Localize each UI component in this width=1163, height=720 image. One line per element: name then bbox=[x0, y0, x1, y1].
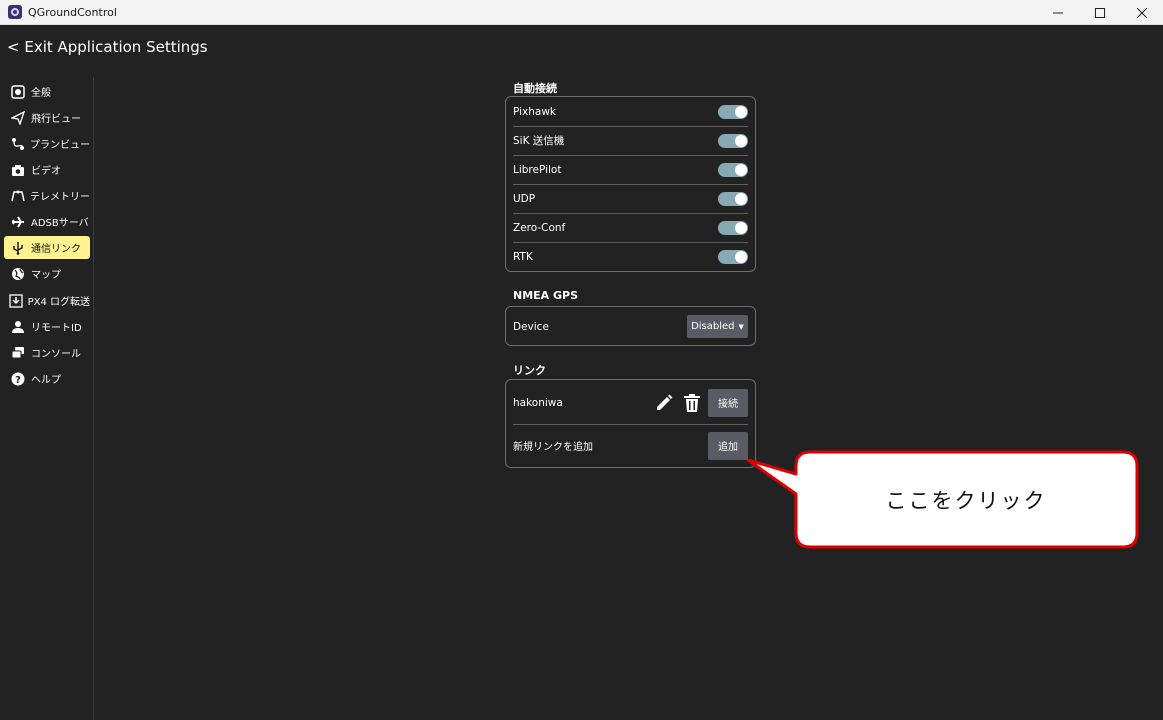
callout-bubble bbox=[746, 450, 1139, 549]
callout-text: ここをクリック bbox=[885, 488, 1047, 513]
